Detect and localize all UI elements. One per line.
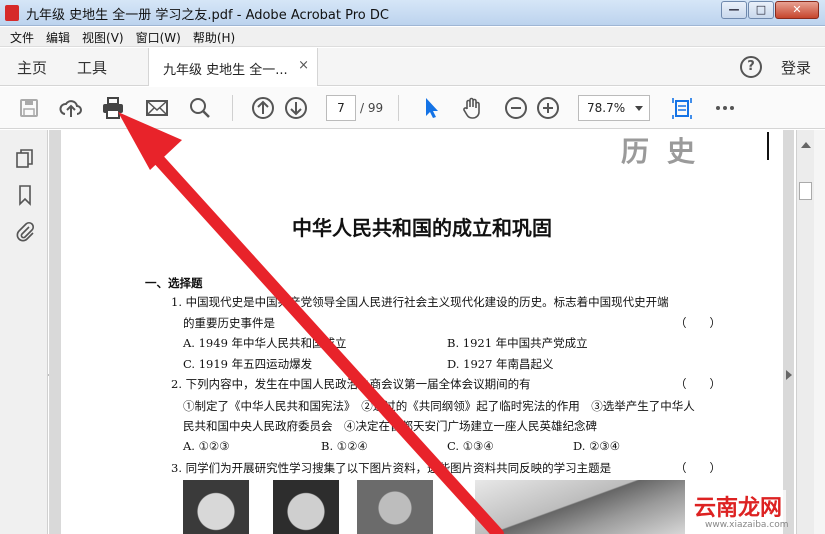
window-title: 九年级 史地生 全一册 学习之友.pdf - Adobe Acrobat Pro… — [26, 8, 389, 23]
bookmark-icon — [19, 185, 31, 206]
close-tab-icon[interactable]: × — [298, 58, 309, 73]
cloud-upload-icon — [59, 100, 82, 117]
scroll-thumb[interactable] — [799, 182, 812, 200]
historical-photo — [183, 480, 249, 534]
question-line: 1. 中国现代史是中国共产党领导全国人民进行社会主义现代化建设的历史。标志着中国… — [171, 295, 669, 309]
question-line: 3. 同学们为开展研究性学习搜集了以下图片资料，这些图片资料共同反映的学习主题是 — [171, 461, 612, 475]
question-line: 民共和国中央人民政府委员会 ④决定在首都天安门广场建立一座人民英雄纪念碑 — [183, 419, 597, 433]
previous-page-button[interactable] — [250, 95, 276, 121]
tab-bar: 主页 工具 九年级 史地生 全一... × ? 登录 — [0, 48, 825, 86]
question-line: 2. 下列内容中，发生在中国人民政治协商会议第一届全体会议期间的有 — [171, 377, 531, 391]
minimize-button[interactable]: — — [721, 1, 747, 19]
close-window-button[interactable]: ✕ — [775, 1, 819, 19]
search-button[interactable] — [187, 95, 213, 121]
zoom-out-button[interactable] — [503, 95, 529, 121]
search-icon — [190, 98, 210, 118]
paperclip-icon — [16, 221, 35, 242]
option-a: A. 1949 年中华人民共和国成立 — [183, 336, 347, 350]
close-icon: ✕ — [792, 3, 802, 16]
section-heading: 一、选择题 — [145, 276, 203, 290]
minus-circle-icon — [505, 97, 527, 119]
save-button[interactable] — [16, 95, 42, 121]
menu-bar: 文件 编辑 视图(V) 窗口(W) 帮助(H) — [0, 27, 825, 47]
next-page-button[interactable] — [283, 95, 309, 121]
tab-document[interactable]: 九年级 史地生 全一... × — [148, 48, 318, 86]
scroll-up-icon[interactable] — [801, 142, 811, 148]
menu-file[interactable]: 文件 — [4, 27, 40, 46]
hand-tool-button[interactable] — [460, 95, 486, 121]
attachments-button[interactable] — [14, 220, 36, 242]
option-c: C. ①③④ — [447, 439, 494, 453]
arrow-up-circle-icon — [252, 97, 274, 119]
window-controls: — □ ✕ — [720, 1, 819, 19]
fit-page-icon — [672, 98, 692, 119]
answer-blank: （ ） — [675, 377, 721, 391]
help-icon[interactable]: ? — [740, 56, 762, 78]
envelope-icon — [146, 100, 168, 116]
page-number-input[interactable]: 7 — [326, 95, 356, 121]
historical-photo — [357, 480, 433, 534]
zoom-value: 78.7% — [587, 101, 626, 115]
option-b: B. 1921 年中国共产党成立 — [447, 336, 588, 350]
arrow-down-circle-icon — [285, 97, 307, 119]
select-tool-button[interactable] — [418, 95, 444, 121]
menu-edit[interactable]: 编辑 — [40, 27, 76, 46]
zoom-select[interactable]: 78.7% — [578, 95, 650, 121]
email-button[interactable] — [144, 95, 170, 121]
document-title: 中华人民共和国的成立和巩固 — [292, 216, 552, 240]
cursor-arrow-icon — [426, 98, 438, 118]
menu-view[interactable]: 视图(V) — [76, 27, 130, 46]
option-a: A. ①②③ — [183, 439, 230, 453]
watermark-logo: 云南龙网 — [690, 490, 787, 522]
option-c: C. 1919 年五四运动爆发 — [183, 357, 313, 371]
page-thumbnails-icon — [16, 149, 33, 168]
historical-photo — [273, 480, 339, 534]
acrobat-pdf-icon — [5, 5, 19, 21]
navigation-panel — [0, 130, 48, 534]
print-button[interactable] — [100, 95, 126, 121]
login-link[interactable]: 登录 — [781, 57, 811, 78]
toolbar-separator — [398, 95, 399, 121]
right-edge-panel — [814, 130, 825, 534]
toolbar: 7 / 99 78.7% — [0, 87, 825, 129]
toolbar-separator — [232, 95, 233, 121]
question-line: ①制定了《中华人民共和国宪法》 ②通过的《共同纲领》起了临时宪法的作用 ③选举产… — [183, 399, 695, 413]
maximize-button[interactable]: □ — [748, 1, 774, 19]
tab-tools[interactable]: 工具 — [77, 57, 107, 78]
text-cursor — [767, 132, 769, 160]
expand-right-panel-icon[interactable] — [786, 370, 792, 380]
historical-photo — [475, 480, 685, 534]
upload-cloud-button[interactable] — [58, 95, 84, 121]
zoom-in-button[interactable] — [535, 95, 561, 121]
plus-circle-icon — [537, 97, 559, 119]
page-total: / 99 — [360, 101, 384, 115]
vertical-scrollbar[interactable] — [796, 130, 814, 534]
hand-icon — [463, 97, 480, 119]
document-viewer[interactable]: 历史 中华人民共和国的成立和巩固 一、选择题 1. 中国现代史是中国共产党领导全… — [49, 130, 794, 534]
maximize-icon: □ — [755, 3, 767, 16]
page-thumbnails-button[interactable] — [14, 148, 36, 170]
question-line: 的重要历史事件是 — [183, 316, 275, 330]
menu-window[interactable]: 窗口(W) — [130, 27, 187, 46]
minimize-icon: — — [728, 3, 740, 16]
tab-home[interactable]: 主页 — [17, 57, 47, 78]
option-d: D. 1927 年南昌起义 — [447, 357, 554, 371]
pdf-page: 历史 中华人民共和国的成立和巩固 一、选择题 1. 中国现代史是中国共产党领导全… — [61, 130, 783, 534]
more-tools-button[interactable] — [712, 95, 738, 121]
option-d: D. ②③④ — [573, 439, 621, 453]
fit-page-button[interactable] — [669, 95, 695, 121]
save-icon — [20, 99, 38, 117]
subject-heading: 历史 — [621, 135, 714, 168]
option-b: B. ①②④ — [321, 439, 368, 453]
chevron-down-icon — [635, 106, 643, 111]
title-bar: 九年级 史地生 全一册 学习之友.pdf - Adobe Acrobat Pro… — [0, 0, 825, 26]
document-tab-label: 九年级 史地生 全一... — [163, 63, 288, 78]
printer-icon — [103, 97, 123, 119]
watermark-url: www.xiazaiba.com — [705, 520, 789, 530]
answer-blank: （ ） — [675, 316, 721, 330]
answer-blank: （ ） — [675, 461, 721, 475]
more-horizontal-icon — [716, 106, 734, 110]
bookmarks-button[interactable] — [14, 184, 36, 206]
menu-help[interactable]: 帮助(H) — [187, 27, 241, 46]
